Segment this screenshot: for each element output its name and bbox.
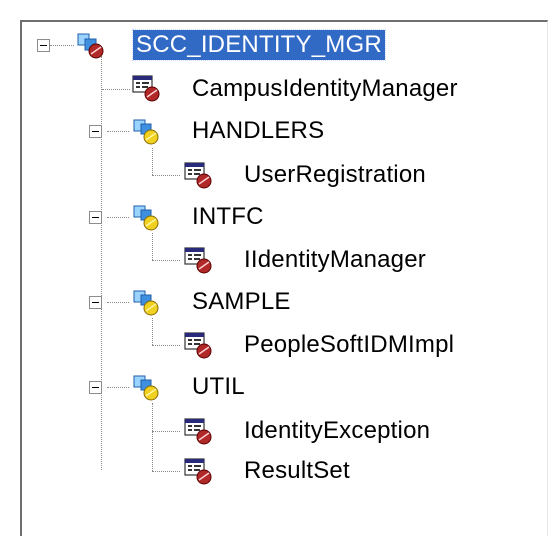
collapse-toggle[interactable] [89, 381, 102, 394]
tree-node-label[interactable]: HANDLERS [192, 116, 324, 146]
application-class-icon [183, 245, 213, 275]
application-class-icon [131, 73, 161, 103]
tree-node-label[interactable]: ResultSet [244, 456, 350, 486]
application-class-icon [183, 456, 213, 486]
tree-line [152, 260, 180, 261]
tree-node-label[interactable]: SCC_IDENTITY_MGR [132, 29, 386, 61]
application-class-icon [183, 330, 213, 360]
collapse-toggle[interactable] [89, 211, 102, 224]
tree-node-label[interactable]: PeopleSoftIDMImpl [244, 330, 454, 360]
tree-line [107, 387, 129, 388]
application-class-icon [183, 160, 213, 190]
tree-node-label[interactable]: SAMPLE [192, 287, 291, 317]
subpackage-icon [131, 372, 161, 402]
tree-node-label[interactable]: UserRegistration [244, 160, 426, 190]
tree-line [107, 302, 129, 303]
subpackage-icon [131, 287, 161, 317]
tree-line [101, 56, 102, 470]
collapse-toggle[interactable] [89, 296, 102, 309]
package-cube-icon [75, 30, 105, 60]
tree-line [102, 89, 130, 90]
subpackage-icon [131, 202, 161, 232]
tree-line [107, 131, 129, 132]
tree-line [152, 403, 153, 471]
tree-line [107, 217, 129, 218]
tree-line [152, 148, 153, 175]
tree-node-label[interactable]: IIdentityManager [244, 245, 426, 275]
tree-line [152, 233, 153, 260]
tree-line [50, 45, 74, 46]
tree-node-label[interactable]: INTFC [192, 202, 264, 232]
tree-line [152, 175, 180, 176]
tree-line [152, 431, 180, 432]
collapse-toggle[interactable] [37, 39, 50, 52]
tree-node-label[interactable]: CampusIdentityManager [192, 74, 458, 104]
tree-line [152, 318, 153, 345]
tree-node-label[interactable]: IdentityException [244, 416, 430, 446]
tree-line [152, 345, 180, 346]
tree-node-label[interactable]: UTIL [192, 372, 245, 402]
application-class-icon [183, 416, 213, 446]
subpackage-icon [131, 116, 161, 146]
tree-line [152, 471, 180, 472]
collapse-toggle[interactable] [89, 125, 102, 138]
